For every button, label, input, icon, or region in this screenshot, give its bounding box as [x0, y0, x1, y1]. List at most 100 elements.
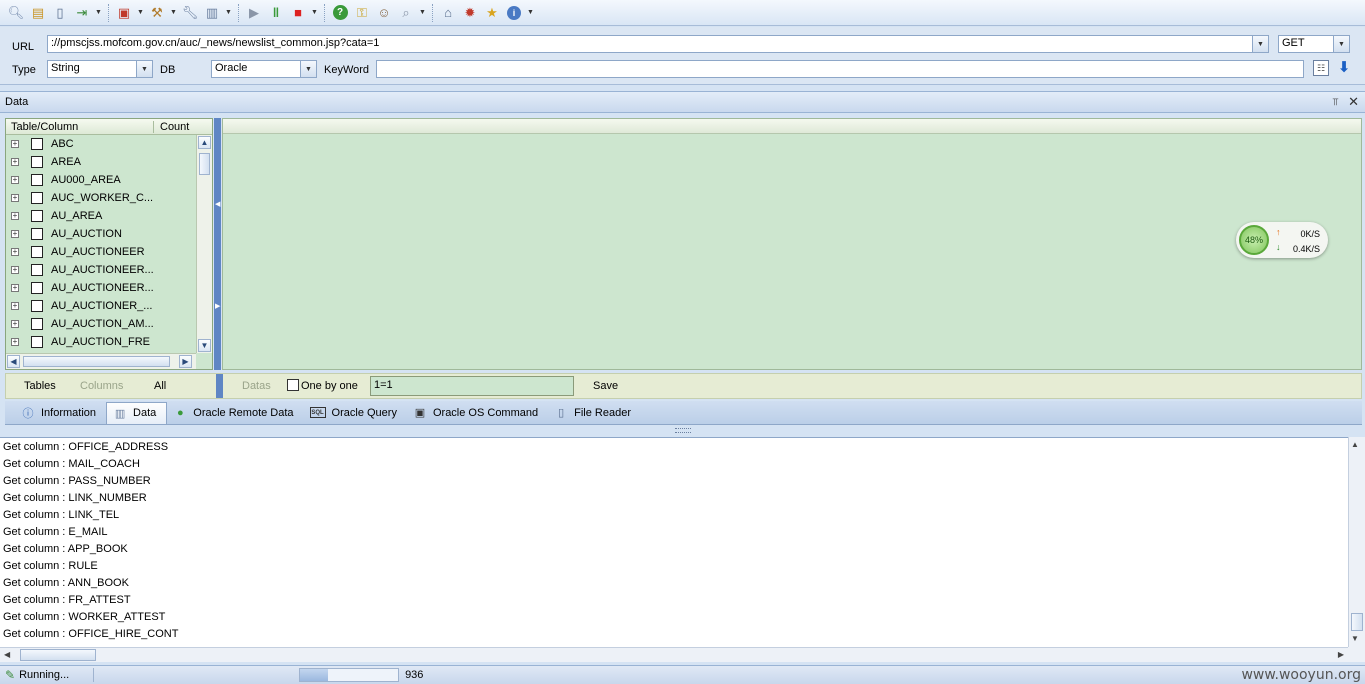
- table-checkbox[interactable]: [31, 246, 43, 258]
- arrow-down-icon[interactable]: ⬇︎: [1336, 58, 1352, 76]
- tree-item[interactable]: + AU_AUCTIONEER...: [6, 279, 196, 297]
- log-vscroll-thumb[interactable]: [1351, 613, 1363, 631]
- chevron-down-icon[interactable]: ▼: [310, 3, 319, 23]
- close-icon[interactable]: ✕: [1348, 94, 1359, 110]
- table-checkbox[interactable]: [31, 264, 43, 276]
- table-checkbox[interactable]: [31, 318, 43, 330]
- search-icon[interactable]: 🔍︎: [6, 3, 26, 23]
- grid-icon[interactable]: ☷: [1313, 60, 1329, 76]
- tools-icon[interactable]: ⚒: [147, 3, 167, 23]
- log-vscrollbar[interactable]: ▲ ▼: [1348, 437, 1365, 647]
- tree-vscroll-thumb[interactable]: [199, 153, 210, 175]
- tab-oracle-remote-data[interactable]: ● Oracle Remote Data: [167, 402, 303, 424]
- table-checkbox[interactable]: [31, 192, 43, 204]
- tab-oracle-query[interactable]: SQL Oracle Query: [304, 402, 407, 424]
- datas-button[interactable]: Datas: [242, 380, 271, 392]
- scroll-down-icon[interactable]: ▼: [198, 339, 211, 352]
- keyword-input[interactable]: [376, 60, 1304, 78]
- expand-icon[interactable]: +: [11, 158, 19, 166]
- chevron-down-icon[interactable]: ▼: [224, 3, 233, 23]
- play-icon[interactable]: ▶: [244, 3, 264, 23]
- scroll-up-icon[interactable]: ▲: [198, 136, 211, 149]
- stop-icon[interactable]: ■: [288, 3, 308, 23]
- chevron-down-icon[interactable]: ▼: [1252, 36, 1268, 52]
- chevron-down-icon[interactable]: ▼: [300, 61, 316, 77]
- pin-icon[interactable]: ⫪: [1332, 97, 1338, 108]
- log-output[interactable]: Get column : OFFICE_ADDRESS Get column : …: [0, 437, 1348, 647]
- column-header-table[interactable]: Table/Column: [6, 120, 154, 133]
- tree-item[interactable]: + AUC_WORKER_C...: [6, 189, 196, 207]
- tab-file-reader[interactable]: ▯ File Reader: [548, 402, 641, 424]
- open-file-icon[interactable]: ▤: [28, 3, 48, 23]
- user-icon[interactable]: ☺: [374, 3, 394, 23]
- database-icon[interactable]: ▥: [202, 3, 222, 23]
- scroll-right-icon[interactable]: ▶: [179, 355, 192, 368]
- tab-oracle-os-command[interactable]: ▣ Oracle OS Command: [407, 402, 548, 424]
- chevron-down-icon[interactable]: ▼: [418, 3, 427, 23]
- tree-item[interactable]: + AU_AUCTION: [6, 225, 196, 243]
- db-select[interactable]: Oracle ▼: [211, 60, 317, 78]
- tables-button[interactable]: Tables: [24, 380, 56, 392]
- about-icon[interactable]: i: [504, 3, 524, 23]
- expand-icon[interactable]: +: [11, 284, 19, 292]
- log-hscrollbar[interactable]: ◀ ▶: [0, 647, 1348, 662]
- tree-item[interactable]: + AU_AUCTIONEER: [6, 243, 196, 261]
- chevron-down-icon[interactable]: ▼: [1333, 36, 1349, 52]
- wrench-icon[interactable]: 🔧︎: [180, 3, 200, 23]
- tree-item[interactable]: + AU_AUCTION_FRE: [6, 333, 196, 351]
- resize-grip[interactable]: [675, 428, 691, 433]
- table-checkbox[interactable]: [31, 138, 43, 150]
- one-by-one-checkbox[interactable]: [287, 379, 299, 391]
- expand-icon[interactable]: +: [11, 212, 19, 220]
- save-button[interactable]: Save: [593, 380, 618, 392]
- table-checkbox[interactable]: [31, 300, 43, 312]
- tree-hscroll-thumb[interactable]: [23, 356, 170, 367]
- key-icon[interactable]: ⚿: [352, 3, 372, 23]
- tab-information[interactable]: ⓘ Information: [15, 402, 106, 424]
- scroll-down-icon[interactable]: ▼: [1351, 634, 1359, 643]
- scroll-right-icon[interactable]: ▶: [1338, 650, 1344, 659]
- expand-icon[interactable]: +: [11, 302, 19, 310]
- bug-icon[interactable]: ✹: [460, 3, 480, 23]
- table-checkbox[interactable]: [31, 228, 43, 240]
- network-speed-widget[interactable]: 48% ↑ ↓ 0K/S 0.4K/S: [1236, 222, 1328, 258]
- tab-data[interactable]: ▥ Data: [106, 401, 168, 424]
- home-icon[interactable]: ⌂: [438, 3, 458, 23]
- table-checkbox[interactable]: [31, 174, 43, 186]
- tree-item[interactable]: + AU_AREA: [6, 207, 196, 225]
- tree-item[interactable]: + AREA: [6, 153, 196, 171]
- document-icon[interactable]: ▯: [50, 3, 70, 23]
- chevron-down-icon[interactable]: ▼: [526, 3, 535, 23]
- table-checkbox[interactable]: [31, 210, 43, 222]
- scroll-left-icon[interactable]: ◀: [4, 650, 10, 659]
- url-input[interactable]: ://pmscjss.mofcom.gov.cn/auc/_news/newsl…: [48, 36, 1252, 52]
- tree-item[interactable]: + AU_AUCTION_AM...: [6, 315, 196, 333]
- clipboard-icon[interactable]: ▣: [114, 3, 134, 23]
- expand-icon[interactable]: +: [11, 140, 19, 148]
- type-select[interactable]: String ▼: [47, 60, 153, 78]
- chevron-down-icon[interactable]: ▼: [136, 3, 145, 23]
- tree-item[interactable]: + AU_AUCTIONER_...: [6, 297, 196, 315]
- star-icon[interactable]: ★: [482, 3, 502, 23]
- chevron-down-icon[interactable]: ▼: [169, 3, 178, 23]
- tree-item[interactable]: + AU000_AREA: [6, 171, 196, 189]
- expand-icon[interactable]: +: [11, 248, 19, 256]
- columns-button[interactable]: Columns: [80, 380, 123, 392]
- tree-hscrollbar[interactable]: ◀ ▶: [6, 353, 196, 369]
- tree-vscrollbar[interactable]: ▲ ▼: [196, 135, 212, 353]
- log-hscroll-thumb[interactable]: [20, 649, 96, 661]
- tree-item[interactable]: + AU_AUCTIONEER...: [6, 261, 196, 279]
- tree-item[interactable]: + ABC: [6, 135, 196, 153]
- data-grid[interactable]: 48% ↑ ↓ 0K/S 0.4K/S: [222, 118, 1362, 370]
- scroll-left-icon[interactable]: ◀: [7, 355, 20, 368]
- pause-icon[interactable]: ‖: [266, 3, 286, 23]
- chevron-down-icon[interactable]: ▼: [136, 61, 152, 77]
- export-icon[interactable]: ⇥: [72, 3, 92, 23]
- where-condition-input[interactable]: 1=1: [370, 376, 574, 396]
- column-header-count[interactable]: Count: [154, 121, 189, 133]
- collapse-left-icon[interactable]: ◀: [215, 200, 220, 208]
- chevron-down-icon[interactable]: ▼: [94, 3, 103, 23]
- expand-icon[interactable]: +: [11, 338, 19, 346]
- magnifier-icon[interactable]: ⌕: [396, 3, 416, 23]
- url-combo[interactable]: ://pmscjss.mofcom.gov.cn/auc/_news/newsl…: [47, 35, 1269, 53]
